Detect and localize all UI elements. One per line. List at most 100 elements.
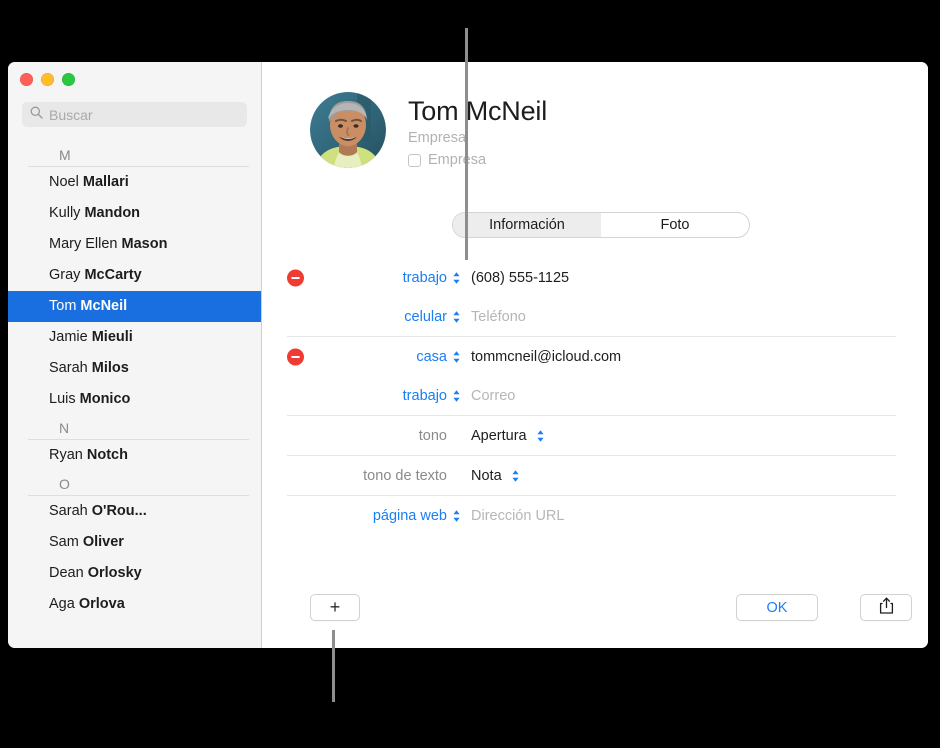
contact-last-name: Mallari <box>82 174 129 190</box>
contact-list-item[interactable]: Sarah Milos <box>8 353 261 384</box>
detail-tab-bar[interactable]: Información Foto <box>452 212 750 238</box>
label-stepper-icon[interactable] <box>451 389 462 403</box>
add-field-button[interactable]: + <box>310 594 360 621</box>
contact-first-name: Tom <box>49 298 81 314</box>
field-group: tono Apertura <box>287 415 896 455</box>
tab-foto[interactable]: Foto <box>601 213 749 237</box>
plus-icon: + <box>329 597 341 617</box>
section-header-n: N <box>28 415 249 440</box>
field-row: celular Teléfono <box>287 297 896 336</box>
contact-first-name: Noel <box>49 174 83 190</box>
contact-list-item[interactable]: Aga Orlova <box>8 589 261 620</box>
remove-field-button[interactable] <box>287 348 304 365</box>
label-stepper-icon[interactable] <box>451 310 462 324</box>
field-value-group: tommcneil@icloud.com <box>471 349 621 365</box>
close-button[interactable] <box>20 73 33 86</box>
contact-card-header: Tom McNeil Empresa Empresa <box>310 92 898 168</box>
field-value-group: Teléfono <box>471 309 526 325</box>
contact-last-name: McCarty <box>84 267 142 283</box>
contact-list-item[interactable]: Ryan Notch <box>8 440 261 471</box>
field-row: casa tommcneil@icloud.com <box>287 337 896 376</box>
contact-last-name: O'Rou... <box>91 503 147 519</box>
contact-last-name: Monico <box>79 391 131 407</box>
contact-list-item[interactable]: Kully Mandon <box>8 198 261 229</box>
minimize-button[interactable] <box>41 73 54 86</box>
remove-field-button[interactable] <box>287 269 304 286</box>
field-label[interactable]: trabajo <box>287 270 451 286</box>
field-row: tono de texto Nota <box>287 456 896 495</box>
search-field[interactable] <box>22 102 247 127</box>
field-value-group: Apertura <box>471 428 546 444</box>
field-row: página web Dirección URL <box>287 496 896 535</box>
field-label[interactable]: trabajo <box>287 388 451 404</box>
field-value[interactable]: Apertura <box>471 428 527 444</box>
ok-button-label: OK <box>766 599 788 616</box>
field-group: página web Dirección URL <box>287 495 896 535</box>
contact-name[interactable]: Tom McNeil <box>408 95 547 127</box>
ok-button[interactable]: OK <box>736 594 818 621</box>
callout-line-top <box>465 28 468 260</box>
field-group: trabajo (608) 555-1125 celular Teléfono <box>287 258 896 336</box>
contact-list-item[interactable]: Jamie Mieuli <box>8 322 261 353</box>
contact-last-name: Mason <box>121 236 168 252</box>
contact-list-item[interactable]: Dean Orlosky <box>8 558 261 589</box>
contact-first-name: Ryan <box>49 447 87 463</box>
contact-last-name: Oliver <box>82 534 124 550</box>
field-label[interactable]: casa <box>287 349 451 365</box>
field-row: trabajo (608) 555-1125 <box>287 258 896 297</box>
section-header-m: M <box>28 142 249 167</box>
contact-list[interactable]: M Noel Mallari Kully Mandon Mary Ellen Maso… <box>8 142 261 648</box>
search-input[interactable] <box>49 106 239 123</box>
tab-informacion[interactable]: Información <box>453 213 601 237</box>
field-row: trabajo Correo <box>287 376 896 415</box>
contact-first-name: Jamie <box>49 329 92 345</box>
company-checkbox-label: Empresa <box>428 152 487 168</box>
field-list: trabajo (608) 555-1125 celular Teléfono casa… <box>287 258 896 535</box>
zoom-button[interactable] <box>62 73 75 86</box>
avatar[interactable] <box>310 92 386 168</box>
contact-first-name: Gray <box>49 267 85 283</box>
contact-first-name: Sarah <box>49 360 92 376</box>
callout-line-bottom <box>332 630 335 702</box>
contact-list-item[interactable]: Mary Ellen Mason <box>8 229 261 260</box>
field-value[interactable]: Teléfono <box>471 309 526 325</box>
contact-list-item[interactable]: Gray McCarty <box>8 260 261 291</box>
contact-first-name: Dean <box>49 565 88 581</box>
field-value[interactable]: (608) 555-1125 <box>471 270 569 286</box>
company-field[interactable]: Empresa <box>408 129 547 148</box>
bottom-bar: + OK <box>262 586 928 648</box>
label-stepper-icon[interactable] <box>451 509 462 523</box>
field-value[interactable]: Correo <box>471 388 515 404</box>
field-value[interactable]: Dirección URL <box>471 508 564 524</box>
contact-first-name: Sarah <box>49 503 92 519</box>
field-value[interactable]: Nota <box>471 468 502 484</box>
field-label[interactable]: celular <box>287 309 451 325</box>
label-stepper-icon[interactable] <box>451 271 462 285</box>
share-icon <box>879 597 894 619</box>
company-checkbox-row[interactable]: Empresa <box>408 152 547 168</box>
sidebar: MNoel MallariKully MandonMary Ellen Maso… <box>8 62 262 648</box>
share-button[interactable] <box>860 594 912 621</box>
search-icon <box>30 106 43 124</box>
contact-first-name: Mary Ellen <box>49 236 122 252</box>
contact-list-item[interactable]: Noel Mallari <box>8 167 261 198</box>
field-value-group: Dirección URL <box>471 508 564 524</box>
contact-last-name: Mieuli <box>91 329 133 345</box>
field-value[interactable]: tommcneil@icloud.com <box>471 349 621 365</box>
contact-list-item[interactable]: Tom McNeil <box>8 291 261 322</box>
value-stepper-icon[interactable] <box>510 469 521 483</box>
field-value-group: Correo <box>471 388 515 404</box>
contact-last-name: Notch <box>86 447 128 463</box>
field-label[interactable]: página web <box>287 508 451 524</box>
contact-last-name: McNeil <box>80 298 128 314</box>
search-container <box>22 102 247 127</box>
label-stepper-icon[interactable] <box>451 350 462 364</box>
contact-list-item[interactable]: Luis Monico <box>8 384 261 415</box>
contact-last-name: Milos <box>91 360 129 376</box>
contact-detail-pane: Tom McNeil Empresa Empresa Información Fo… <box>262 62 928 648</box>
window-controls <box>20 73 75 86</box>
contact-list-item[interactable]: Sarah O'Rou... <box>8 496 261 527</box>
company-checkbox[interactable] <box>408 153 421 167</box>
contact-list-item[interactable]: Sam Oliver <box>8 527 261 558</box>
value-stepper-icon[interactable] <box>535 429 546 443</box>
